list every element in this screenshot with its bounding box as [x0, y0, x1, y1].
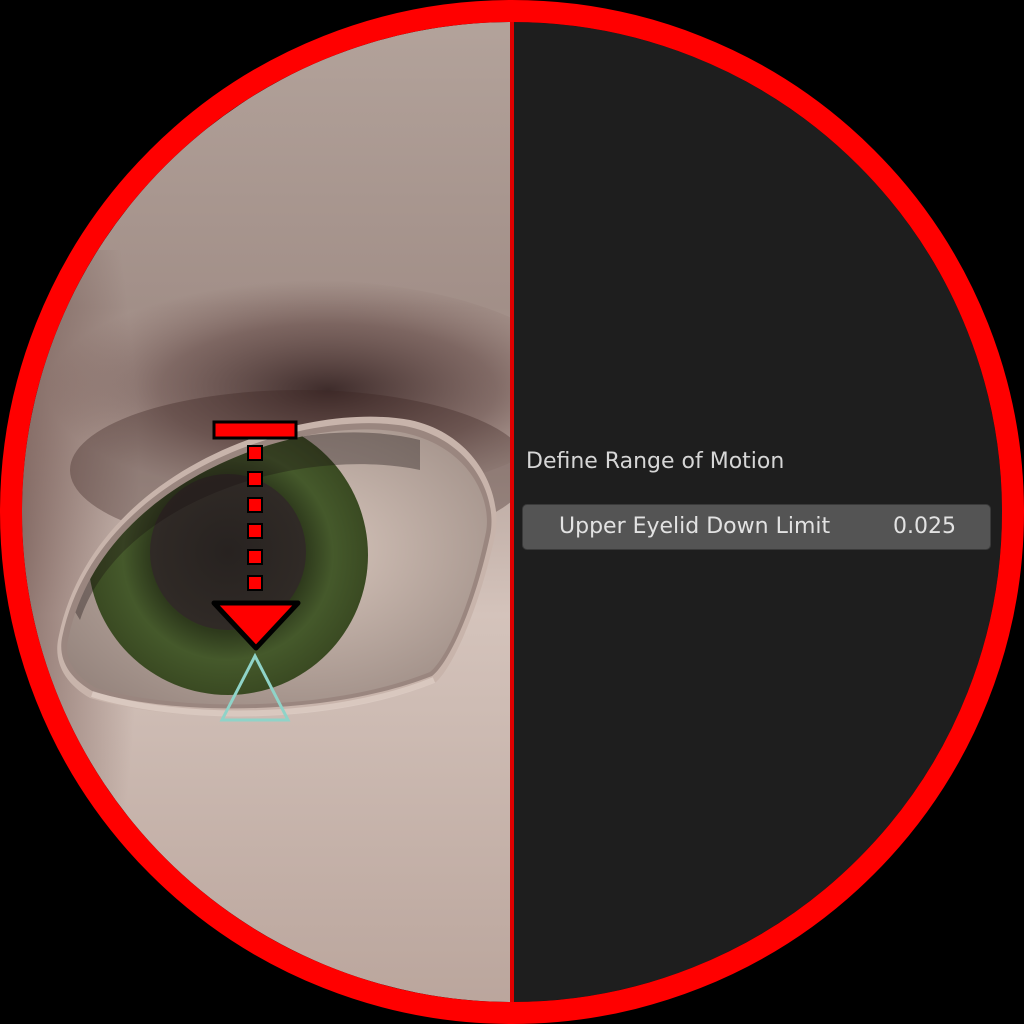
upper-eyelid-down-limit-field[interactable]: Upper Eyelid Down Limit 0.025 [522, 504, 991, 550]
split-divider [510, 22, 514, 1002]
field-value: 0.025 [893, 514, 956, 539]
panel-title: Define Range of Motion [526, 449, 785, 474]
field-label: Upper Eyelid Down Limit [559, 514, 831, 539]
zoom-lens-frame: Define Range of Motion Upper Eyelid Down… [0, 0, 1024, 1024]
